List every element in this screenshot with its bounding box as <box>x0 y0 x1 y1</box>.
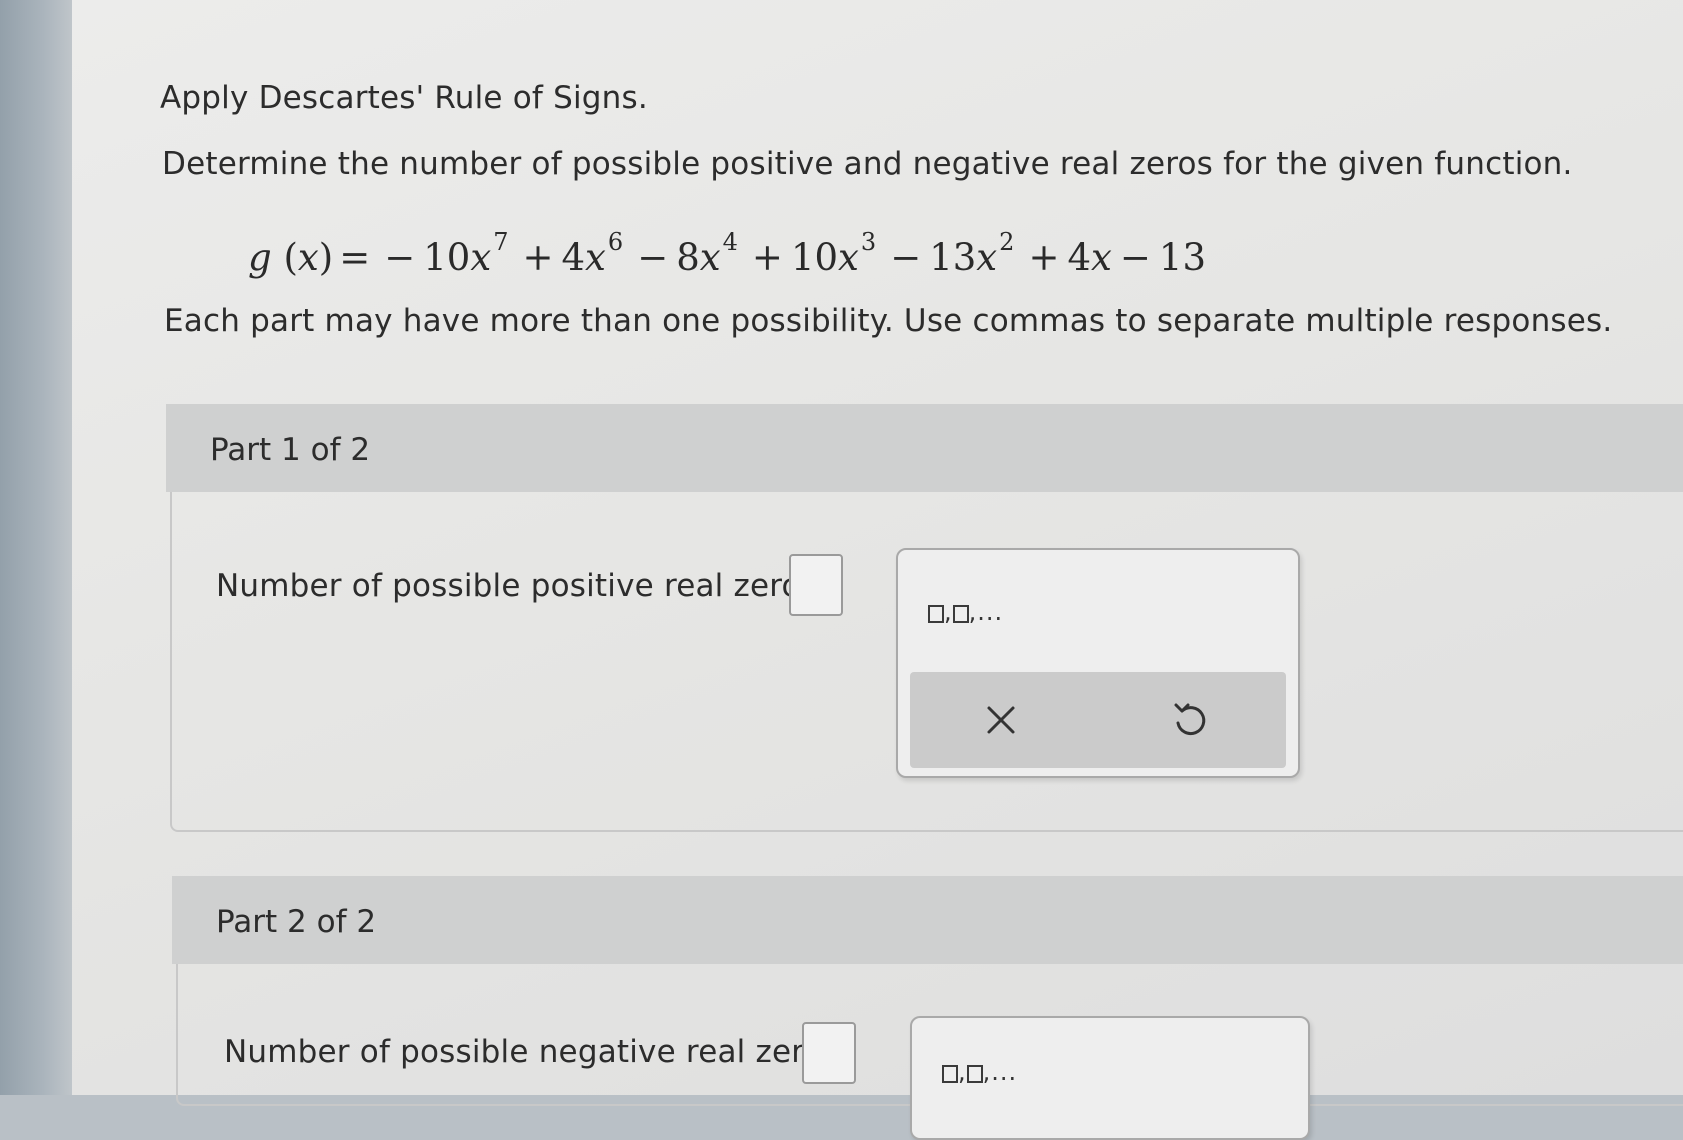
term-operator: + <box>1028 236 1060 279</box>
undo-button[interactable] <box>1154 690 1224 750</box>
polynomial-term: −13 <box>1112 236 1206 279</box>
term-variable: x <box>1091 236 1112 279</box>
term-coefficient: 4 <box>1067 236 1092 279</box>
close-icon <box>987 706 1015 734</box>
monitor-bezel <box>0 0 78 1095</box>
term-operator: − <box>384 236 416 279</box>
problem-page: Apply Descartes' Rule of Signs. Determin… <box>72 0 1683 1140</box>
part-1-label: Part 1 of 2 <box>210 432 371 468</box>
term-exponent: 3 <box>860 228 877 256</box>
term-operator: + <box>751 236 783 279</box>
open-paren: ( <box>271 236 298 279</box>
term-coefficient: 10 <box>423 236 471 279</box>
term-coefficient: 10 <box>790 236 839 279</box>
part-1-body: Number of possible positive real zeros: … <box>170 492 1683 832</box>
blank-box-icon <box>928 605 944 623</box>
answer-palette-2: ,,... <box>910 1016 1310 1140</box>
term-exponent: 2 <box>999 228 1015 256</box>
polynomial-term: +4x <box>1020 236 1111 279</box>
list-format-button-2[interactable]: ,,... <box>942 1058 1017 1086</box>
negative-zeros-input[interactable] <box>802 1022 856 1084</box>
blank-box-icon <box>942 1065 958 1083</box>
term-operator: + <box>522 236 554 279</box>
answer-palette: ,,... <box>896 548 1300 778</box>
list-format-button[interactable]: ,,... <box>928 598 1003 626</box>
term-variable: x <box>838 236 859 279</box>
polynomial-term: −10x7 <box>376 228 514 279</box>
undo-icon <box>1174 703 1206 736</box>
term-coefficient: 13 <box>1158 236 1206 279</box>
term-variable: x <box>699 236 721 279</box>
term-variable: x <box>585 236 606 279</box>
term-exponent: 7 <box>493 228 509 256</box>
equals-sign: = <box>339 236 371 279</box>
polynomial-term: +10x3 <box>744 228 882 279</box>
polynomial-term: −8x4 <box>629 228 744 279</box>
term-variable: x <box>470 236 492 279</box>
part-1-header: Part 1 of 2 <box>166 404 1683 492</box>
term-exponent: 6 <box>607 228 624 256</box>
positive-zeros-label: Number of possible positive real zeros: <box>216 568 828 604</box>
part-2-label: Part 2 of 2 <box>216 904 377 940</box>
function-expression: g (x) = −10x7 +4x6−8x4 +10x3−13x2 +4x −13 <box>248 228 1206 279</box>
term-exponent: 4 <box>722 228 738 256</box>
function-variable: x <box>297 236 319 279</box>
positive-zeros-input[interactable] <box>789 554 843 616</box>
term-coefficient: 4 <box>561 236 586 279</box>
blank-box-icon <box>966 1065 983 1083</box>
palette-toolbar <box>910 672 1286 768</box>
term-variable: x <box>976 236 998 279</box>
clear-button[interactable] <box>966 690 1036 750</box>
term-coefficient: 13 <box>929 236 977 279</box>
blank-box-icon <box>952 605 969 623</box>
problem-instruction: Determine the number of possible positiv… <box>162 146 1573 182</box>
problem-note: Each part may have more than one possibi… <box>164 303 1613 339</box>
function-name: g <box>248 236 272 279</box>
close-paren: ) <box>318 236 334 279</box>
part-2-body: Number of possible negative real zeros: … <box>176 964 1683 1140</box>
negative-zeros-label: Number of possible negative real zeros: <box>224 1034 850 1070</box>
term-operator: − <box>637 236 669 279</box>
part-2-header: Part 2 of 2 <box>172 876 1683 964</box>
polynomial-term: −13x2 <box>882 228 1020 279</box>
polynomial-term: +4x6 <box>514 228 629 279</box>
problem-title: Apply Descartes' Rule of Signs. <box>160 80 648 116</box>
term-coefficient: 8 <box>676 236 700 279</box>
term-operator: − <box>890 236 922 279</box>
term-operator: − <box>1119 236 1151 279</box>
